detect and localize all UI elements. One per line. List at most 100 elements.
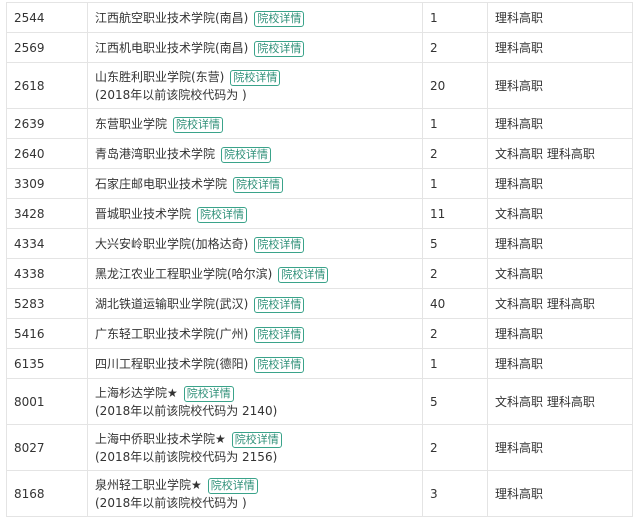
college-detail-link[interactable]: 院校详情 [254, 10, 305, 27]
college-code: 3428 [6, 198, 88, 229]
college-name: 江西航空职业技术学院(南昌) [95, 10, 249, 25]
college-detail-link[interactable]: 院校详情 [173, 116, 224, 133]
college-cell: 黑龙江农业工程职业学院(哈尔滨) 院校详情 [87, 258, 423, 289]
college-code: 8027 [6, 424, 88, 471]
college-code: 4334 [6, 228, 88, 259]
college-name: 黑龙江农业工程职业学院(哈尔滨) [95, 266, 273, 281]
plan-count: 11 [422, 198, 488, 229]
college-code-note: (2018年以前该院校代码为 2140) [95, 403, 278, 418]
college-code-note: (2018年以前该院校代码为 2156) [95, 449, 278, 464]
plan-count: 1 [422, 348, 488, 379]
college-code: 5283 [6, 288, 88, 319]
college-name: 四川工程职业技术学院(德阳) [95, 356, 249, 371]
college-name: 晋城职业技术学院 [95, 206, 192, 221]
college-cell: 江西航空职业技术学院(南昌) 院校详情 [87, 2, 423, 33]
college-cell: 石家庄邮电职业技术学院 院校详情 [87, 168, 423, 199]
college-name: 东营职业学院 [95, 116, 168, 131]
table-row: 3309 石家庄邮电职业技术学院 院校详情 1 理科高职 [6, 168, 633, 199]
admission-type: 理科高职 [487, 348, 633, 379]
college-name: 江西机电职业技术学院(南昌) [95, 40, 249, 55]
college-name: 石家庄邮电职业技术学院 [95, 176, 228, 191]
plan-count: 3 [422, 470, 488, 517]
college-code: 4338 [6, 258, 88, 289]
plan-count: 20 [422, 62, 488, 109]
table-row: 8001 上海杉达学院★ 院校详情 (2018年以前该院校代码为 2140) 5 文… [6, 378, 633, 425]
admission-type: 理科高职 [487, 2, 633, 33]
college-detail-link[interactable]: 院校详情 [233, 176, 284, 193]
table-row: 2544 江西航空职业技术学院(南昌) 院校详情 1 理科高职 [6, 2, 633, 33]
college-detail-link[interactable]: 院校详情 [183, 385, 234, 402]
college-detail-link[interactable]: 院校详情 [254, 356, 305, 373]
college-code: 2640 [6, 138, 88, 169]
college-code: 8168 [6, 470, 88, 517]
table-row: 6135 四川工程职业技术学院(德阳) 院校详情 1 理科高职 [6, 348, 633, 379]
college-name: 青岛港湾职业技术学院 [95, 146, 216, 161]
college-detail-link[interactable]: 院校详情 [254, 40, 305, 57]
admission-type: 理科高职 [487, 318, 633, 349]
table-row: 3428 晋城职业技术学院 院校详情 11 文科高职 [6, 198, 633, 229]
college-code-note: (2018年以前该院校代码为 ) [95, 495, 247, 510]
college-name: 上海中侨职业技术学院★ [95, 431, 226, 446]
plan-count: 2 [422, 424, 488, 471]
college-detail-link[interactable]: 院校详情 [207, 477, 258, 494]
college-name: 湖北铁道运输职业学院(武汉) [95, 296, 249, 311]
college-detail-link[interactable]: 院校详情 [230, 69, 281, 86]
plan-count: 1 [422, 108, 488, 139]
table-row: 4338 黑龙江农业工程职业学院(哈尔滨) 院校详情 2 文科高职 [6, 258, 633, 289]
table-row: 2639 东营职业学院 院校详情 1 理科高职 [6, 108, 633, 139]
admission-type: 理科高职 [487, 424, 633, 471]
plan-count: 40 [422, 288, 488, 319]
plan-count: 5 [422, 228, 488, 259]
admission-type: 文科高职 [487, 198, 633, 229]
table-row: 2640 青岛港湾职业技术学院 院校详情 2 文科高职 理科高职 [6, 138, 633, 169]
college-name: 上海杉达学院★ [95, 385, 178, 400]
college-table: 2544 江西航空职业技术学院(南昌) 院校详情 1 理科高职 2569 江西机电职… [6, 2, 633, 517]
college-name: 泉州轻工职业学院★ [95, 477, 202, 492]
plan-count: 1 [422, 168, 488, 199]
table-row: 8027 上海中侨职业技术学院★ 院校详情 (2018年以前该院校代码为 2156)… [6, 424, 633, 471]
college-detail-link[interactable]: 院校详情 [254, 236, 305, 253]
plan-count: 2 [422, 32, 488, 63]
college-detail-link[interactable]: 院校详情 [231, 431, 282, 448]
college-cell: 泉州轻工职业学院★ 院校详情 (2018年以前该院校代码为 ) [87, 470, 423, 517]
college-cell: 青岛港湾职业技术学院 院校详情 [87, 138, 423, 169]
admission-type: 理科高职 [487, 32, 633, 63]
college-name: 大兴安岭职业学院(加格达奇) [95, 236, 249, 251]
admission-type: 理科高职 [487, 62, 633, 109]
college-detail-link[interactable]: 院校详情 [278, 266, 329, 283]
college-detail-link[interactable]: 院校详情 [254, 296, 305, 313]
college-code: 8001 [6, 378, 88, 425]
admission-type: 文科高职 理科高职 [487, 378, 633, 425]
table-row: 5283 湖北铁道运输职业学院(武汉) 院校详情 40 文科高职 理科高职 [6, 288, 633, 319]
college-cell: 四川工程职业技术学院(德阳) 院校详情 [87, 348, 423, 379]
table-row: 2569 江西机电职业技术学院(南昌) 院校详情 2 理科高职 [6, 32, 633, 63]
college-cell: 大兴安岭职业学院(加格达奇) 院校详情 [87, 228, 423, 259]
table-row: 4334 大兴安岭职业学院(加格达奇) 院校详情 5 理科高职 [6, 228, 633, 259]
college-cell: 广东轻工职业技术学院(广州) 院校详情 [87, 318, 423, 349]
college-cell: 湖北铁道运输职业学院(武汉) 院校详情 [87, 288, 423, 319]
college-detail-link[interactable]: 院校详情 [197, 206, 248, 223]
college-code: 2569 [6, 32, 88, 63]
admission-type: 理科高职 [487, 168, 633, 199]
plan-count: 2 [422, 138, 488, 169]
college-name: 山东胜利职业学院(东营) [95, 69, 225, 84]
admission-type: 理科高职 [487, 108, 633, 139]
table-row: 8168 泉州轻工职业学院★ 院校详情 (2018年以前该院校代码为 ) 3 理科高… [6, 470, 633, 517]
college-cell: 东营职业学院 院校详情 [87, 108, 423, 139]
college-cell: 上海杉达学院★ 院校详情 (2018年以前该院校代码为 2140) [87, 378, 423, 425]
admission-type: 文科高职 理科高职 [487, 138, 633, 169]
college-code: 3309 [6, 168, 88, 199]
plan-count: 1 [422, 2, 488, 33]
table-row: 2618 山东胜利职业学院(东营) 院校详情 (2018年以前该院校代码为 ) 20… [6, 62, 633, 109]
college-code: 2544 [6, 2, 88, 33]
college-cell: 晋城职业技术学院 院校详情 [87, 198, 423, 229]
college-name: 广东轻工职业技术学院(广州) [95, 326, 249, 341]
college-cell: 山东胜利职业学院(东营) 院校详情 (2018年以前该院校代码为 ) [87, 62, 423, 109]
college-code: 6135 [6, 348, 88, 379]
college-detail-link[interactable]: 院校详情 [221, 146, 272, 163]
admission-type: 文科高职 [487, 258, 633, 289]
college-detail-link[interactable]: 院校详情 [254, 326, 305, 343]
college-code: 5416 [6, 318, 88, 349]
college-code: 2639 [6, 108, 88, 139]
plan-count: 2 [422, 318, 488, 349]
